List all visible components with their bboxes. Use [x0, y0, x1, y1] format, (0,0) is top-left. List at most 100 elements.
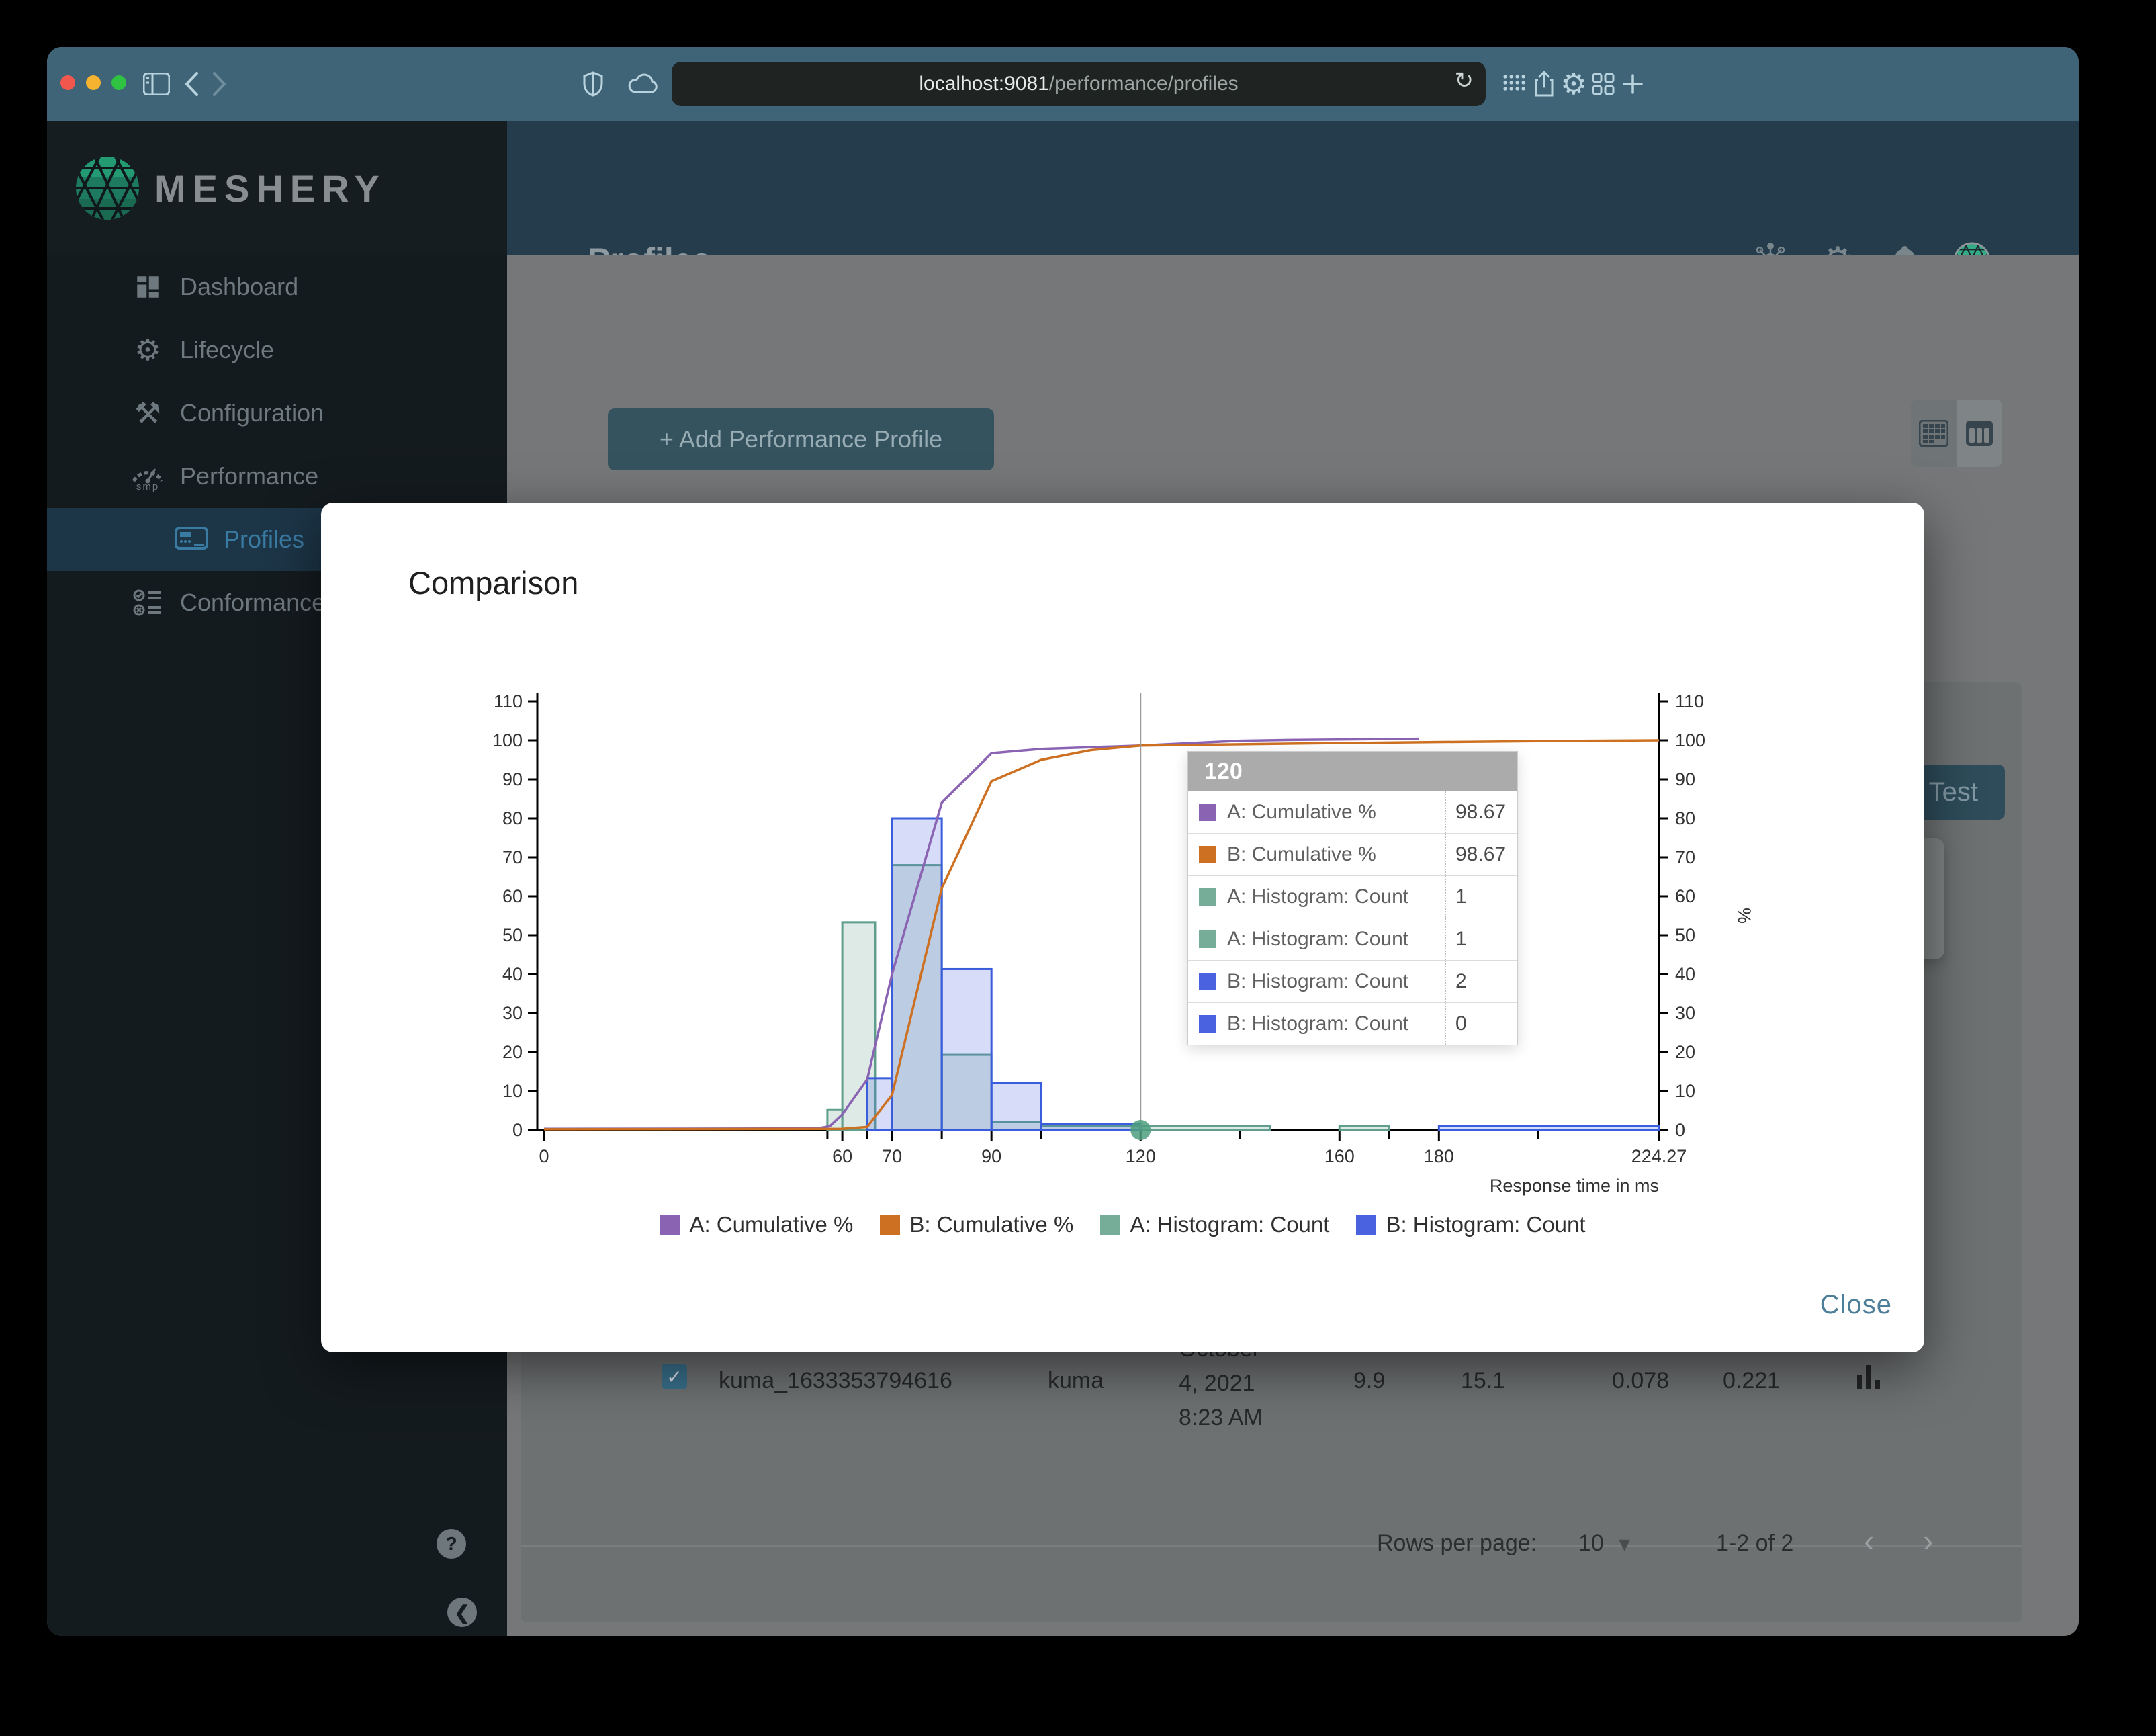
next-page-icon[interactable]: ›: [1923, 1522, 1933, 1559]
svg-text:160: 160: [1324, 1146, 1355, 1166]
tooltip-swatch: [1199, 930, 1216, 948]
chart-tooltip: 120 A: Cumulative % 98.67 B: Cumulative % 9…: [1187, 751, 1518, 1045]
refresh-icon[interactable]: ↻: [1455, 67, 1474, 94]
browser-toolbar: localhost:9081/performance/profiles ↻ ⚙: [47, 47, 2079, 121]
tooltip-swatch: [1199, 973, 1216, 990]
svg-text:60: 60: [832, 1146, 852, 1166]
performance-speedometer-icon: smp: [128, 461, 168, 492]
legend-item[interactable]: B: Cumulative %: [880, 1212, 1073, 1238]
tooltip-swatch: [1199, 804, 1216, 821]
tooltip-row: A: Histogram: Count 1: [1188, 875, 1517, 918]
conformance-checklist-icon: [128, 588, 168, 617]
add-performance-profile-button[interactable]: + Add Performance Profile: [608, 408, 994, 470]
share-icon[interactable]: [1527, 67, 1561, 101]
rows-per-page-select[interactable]: 10: [1578, 1530, 1604, 1557]
svg-text:50: 50: [502, 925, 523, 945]
tooltip-row: B: Histogram: Count 0: [1188, 1002, 1517, 1045]
legend-swatch: [1356, 1215, 1377, 1235]
profiles-card-icon: [171, 527, 212, 552]
previous-page-icon[interactable]: ‹: [1864, 1522, 1874, 1559]
tooltip-swatch: [1199, 1015, 1216, 1033]
legend-label: B: Cumulative %: [909, 1212, 1074, 1237]
legend-label: A: Cumulative %: [689, 1212, 854, 1237]
row-mesh-name: kuma: [1048, 1368, 1104, 1393]
svg-text:40: 40: [502, 964, 523, 984]
legend-swatch: [880, 1215, 901, 1235]
sidebar-item-performance[interactable]: smp Performance: [47, 445, 507, 508]
tooltip-value: 0: [1445, 1003, 1517, 1045]
row-p99: 0.221: [1723, 1368, 1781, 1393]
privacy-shield-icon[interactable]: [576, 67, 610, 101]
row-chart-icon[interactable]: [1857, 1362, 1880, 1389]
zoom-window-button[interactable]: [111, 75, 126, 90]
sidebar-item-label: Lifecycle: [180, 336, 275, 363]
tooltip-value: 1: [1445, 876, 1517, 918]
svg-text:20: 20: [502, 1042, 523, 1062]
settings-gear-icon[interactable]: ⚙: [1557, 67, 1590, 101]
legend-swatch: [660, 1215, 680, 1235]
smp-badge: smp: [136, 480, 160, 492]
row-checkbox[interactable]: ✓: [662, 1364, 687, 1389]
tab-groups-icon[interactable]: [1498, 67, 1531, 101]
svg-text:80: 80: [1675, 808, 1695, 828]
legend-label: B: Histogram: Count: [1386, 1212, 1586, 1237]
legend-swatch: [1100, 1215, 1121, 1235]
sidebar-item-label: Configuration: [180, 399, 324, 427]
svg-text:90: 90: [981, 1146, 1001, 1166]
svg-text:90: 90: [1675, 769, 1695, 789]
pagination-range: 1-2 of 2: [1716, 1530, 1794, 1556]
tooltip-swatch: [1199, 888, 1216, 906]
row-profile-id: kuma_1633353794616: [719, 1368, 952, 1393]
svg-text:180: 180: [1424, 1146, 1454, 1166]
grid-view-button[interactable]: [1911, 400, 1957, 467]
svg-text:100: 100: [1675, 730, 1705, 750]
svg-text:%: %: [1734, 908, 1754, 924]
row-p50: 0.078: [1612, 1368, 1670, 1393]
close-button[interactable]: Close: [1820, 1290, 1892, 1320]
svg-text:224.27: 224.27: [1631, 1146, 1687, 1166]
table-view-button[interactable]: [1957, 400, 2002, 467]
svg-text:Response time in ms: Response time in ms: [1490, 1176, 1659, 1196]
tooltip-row: A: Cumulative % 98.67: [1188, 791, 1517, 833]
forward-icon[interactable]: [203, 67, 236, 101]
row-duration: 15.1: [1461, 1368, 1506, 1393]
help-button[interactable]: ?: [437, 1529, 466, 1559]
svg-text:120: 120: [1126, 1146, 1156, 1166]
svg-text:0: 0: [539, 1146, 549, 1166]
logo-area: MESHERY: [47, 121, 507, 255]
svg-text:60: 60: [502, 886, 523, 906]
rows-per-page-caret-icon[interactable]: ▾: [1619, 1530, 1630, 1557]
close-window-button[interactable]: [60, 75, 75, 90]
chart-legend: A: Cumulative % B: Cumulative % A: Histogr…: [321, 1212, 1924, 1238]
tools-icon: ⚒: [134, 396, 161, 430]
browser-window: localhost:9081/performance/profiles ↻ ⚙: [47, 47, 2079, 1636]
new-tab-icon[interactable]: [1616, 67, 1650, 101]
sidebar-item-dashboard[interactable]: Dashboard: [47, 255, 507, 318]
comparison-modal: Comparison 0 0 10 10 20 20 30 30 40 40 50 50 60 60 70 7…: [321, 503, 1924, 1352]
tab-overview-icon[interactable]: [1586, 67, 1620, 101]
rows-per-page-label: Rows per page:: [1377, 1530, 1537, 1556]
collapse-sidebar-button[interactable]: ❮: [447, 1598, 477, 1627]
cloud-icon[interactable]: [626, 67, 660, 101]
legend-item[interactable]: A: Histogram: Count: [1100, 1212, 1329, 1238]
svg-text:100: 100: [492, 730, 523, 750]
legend-item[interactable]: B: Histogram: Count: [1356, 1212, 1586, 1238]
svg-text:110: 110: [494, 691, 523, 711]
sidebar-item-label: Dashboard: [180, 273, 299, 300]
svg-text:50: 50: [1675, 925, 1695, 945]
tooltip-label: B: Histogram: Count: [1227, 970, 1409, 992]
svg-text:70: 70: [502, 847, 523, 867]
sidebar-item-lifecycle[interactable]: ⚙ Lifecycle: [47, 318, 507, 382]
svg-text:10: 10: [1675, 1081, 1695, 1101]
legend-item[interactable]: A: Cumulative %: [660, 1212, 853, 1238]
sidebar-item-configuration[interactable]: ⚒ Configuration: [47, 382, 507, 445]
svg-text:10: 10: [502, 1081, 523, 1101]
tooltip-label: B: Cumulative %: [1227, 843, 1376, 865]
url-host: localhost:9081: [919, 73, 1049, 95]
svg-text:90: 90: [502, 769, 523, 789]
url-field[interactable]: localhost:9081/performance/profiles ↻: [672, 62, 1486, 106]
sidebar-toggle-icon[interactable]: [140, 67, 173, 101]
tooltip-label: A: Histogram: Count: [1227, 885, 1409, 908]
tooltip-value: 2: [1445, 961, 1517, 1002]
minimize-window-button[interactable]: [86, 75, 101, 90]
